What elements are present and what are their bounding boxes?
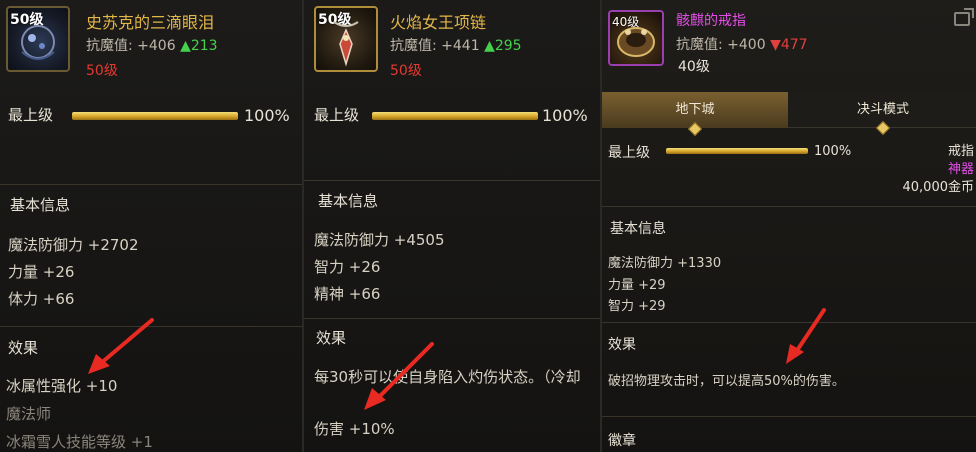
grade-label: 最上级 [608,145,650,161]
basic-info-title: 基本信息 [10,196,71,214]
resist-base: +441 [441,38,480,54]
red-arrow-annotation [364,342,434,410]
resist-change: 295 [494,38,522,54]
attr-vitality: 体力 +66 [8,290,75,308]
required-level: 50级 [390,63,422,79]
effect-line: 每30秒可以使自身陷入灼伤状态。（冷却 [314,368,581,386]
effect-line: 魔法师 [6,405,52,423]
resist-value: 抗魔值: +400 ▼477 [676,34,808,54]
resist-base: +400 [727,37,766,53]
effect-title: 效果 [608,337,636,353]
resist-base: +406 [137,38,176,54]
item-tooltip-1: 50级 史苏克的三滴眼泪 抗魔值: +406 ▲213 50级 最上级 100%… [0,0,302,452]
item-rarity: 神器 [947,162,974,177]
attr-spirit: 精神 +66 [314,285,381,303]
emblem-title: 徽章 [608,433,636,449]
effect-line: 冰属性强化 +10 [6,377,118,395]
grade-bar-fill [372,112,538,120]
item-price: 40,000金币 [902,180,975,195]
grade-bar [666,148,808,154]
effect-line: 冰霜雪人技能等级 +1 [6,433,153,451]
resist-value: 抗魔值: +441 ▲295 [390,35,522,55]
crystal-tears-item-icon[interactable]: 50级 [6,6,70,72]
item-name: 史苏克的三滴眼泪 [86,13,215,32]
up-arrow-icon: ▲ [180,38,191,54]
flame-necklace-item-icon[interactable]: 50级 [314,6,378,72]
divider [602,206,976,207]
item-tooltip-3: 40级 骸麒的戒指 抗魔值: +400 ▼477 40级 地下城 决斗模式 最上… [600,0,976,452]
grade-bar [372,112,538,120]
item-name: 骸麒的戒指 [676,13,746,29]
share-icon[interactable] [954,8,974,26]
attr-magic-defense: 魔法防御力 +4505 [314,231,445,249]
red-arrow-annotation [88,318,154,374]
down-arrow-icon: ▼ [770,37,781,53]
grade-percent: 100% [542,106,588,125]
grade-label: 最上级 [8,106,54,124]
diamond-icon [687,121,703,137]
grade-label: 最上级 [314,106,360,124]
attr-intelligence: 智力 +29 [608,299,666,314]
resist-label: 抗魔值: [676,37,723,53]
attr-strength: 力量 +29 [608,278,666,293]
tab-label: 决斗模式 [856,102,909,117]
tab-dungeon[interactable]: 地下城 [602,92,788,137]
effect-title: 效果 [8,339,39,357]
tab-label: 地下城 [675,102,715,117]
effect-line: 伤害 +10% [314,420,395,438]
grade-bar-fill [72,112,238,120]
resist-change: 477 [780,37,808,53]
effect-title: 效果 [316,329,347,347]
item-name: 火焰女王项链 [390,13,487,32]
resist-value: 抗魔值: +406 ▲213 [86,35,218,55]
grade-percent: 100% [244,106,290,125]
red-arrow-annotation [786,308,826,364]
item-type: 戒指 [947,144,974,159]
required-level: 50级 [86,63,118,79]
basic-info-title: 基本信息 [318,192,379,210]
item-tooltip-2: 50级 火焰女王项链 抗魔值: +441 ▲295 50级 最上级 100% 基… [302,0,600,452]
tab-duel-mode[interactable]: 决斗模式 [788,92,976,136]
grade-bar-fill [666,148,808,154]
divider [602,416,976,417]
up-arrow-icon: ▲ [484,38,495,54]
basic-info-title: 基本信息 [610,221,666,237]
resist-change: 213 [190,38,218,54]
attr-intelligence: 智力 +26 [314,258,381,276]
divider [304,318,600,319]
divider [0,184,302,185]
resist-label: 抗魔值: [86,38,133,54]
resist-label: 抗魔值: [390,38,437,54]
grade-bar [72,112,238,120]
divider [304,180,600,181]
skull-ring-item-icon[interactable]: 40级 [608,10,664,66]
grade-percent: 100% [814,144,852,159]
attr-strength: 力量 +26 [8,263,75,281]
diamond-icon [875,120,891,136]
effect-line: 破招物理攻击时，可以提高50%的伤害。 [608,374,845,389]
attr-magic-defense: 魔法防御力 +2702 [8,236,139,254]
required-level: 40级 [678,59,710,75]
attr-magic-defense: 魔法防御力 +1330 [608,256,722,271]
